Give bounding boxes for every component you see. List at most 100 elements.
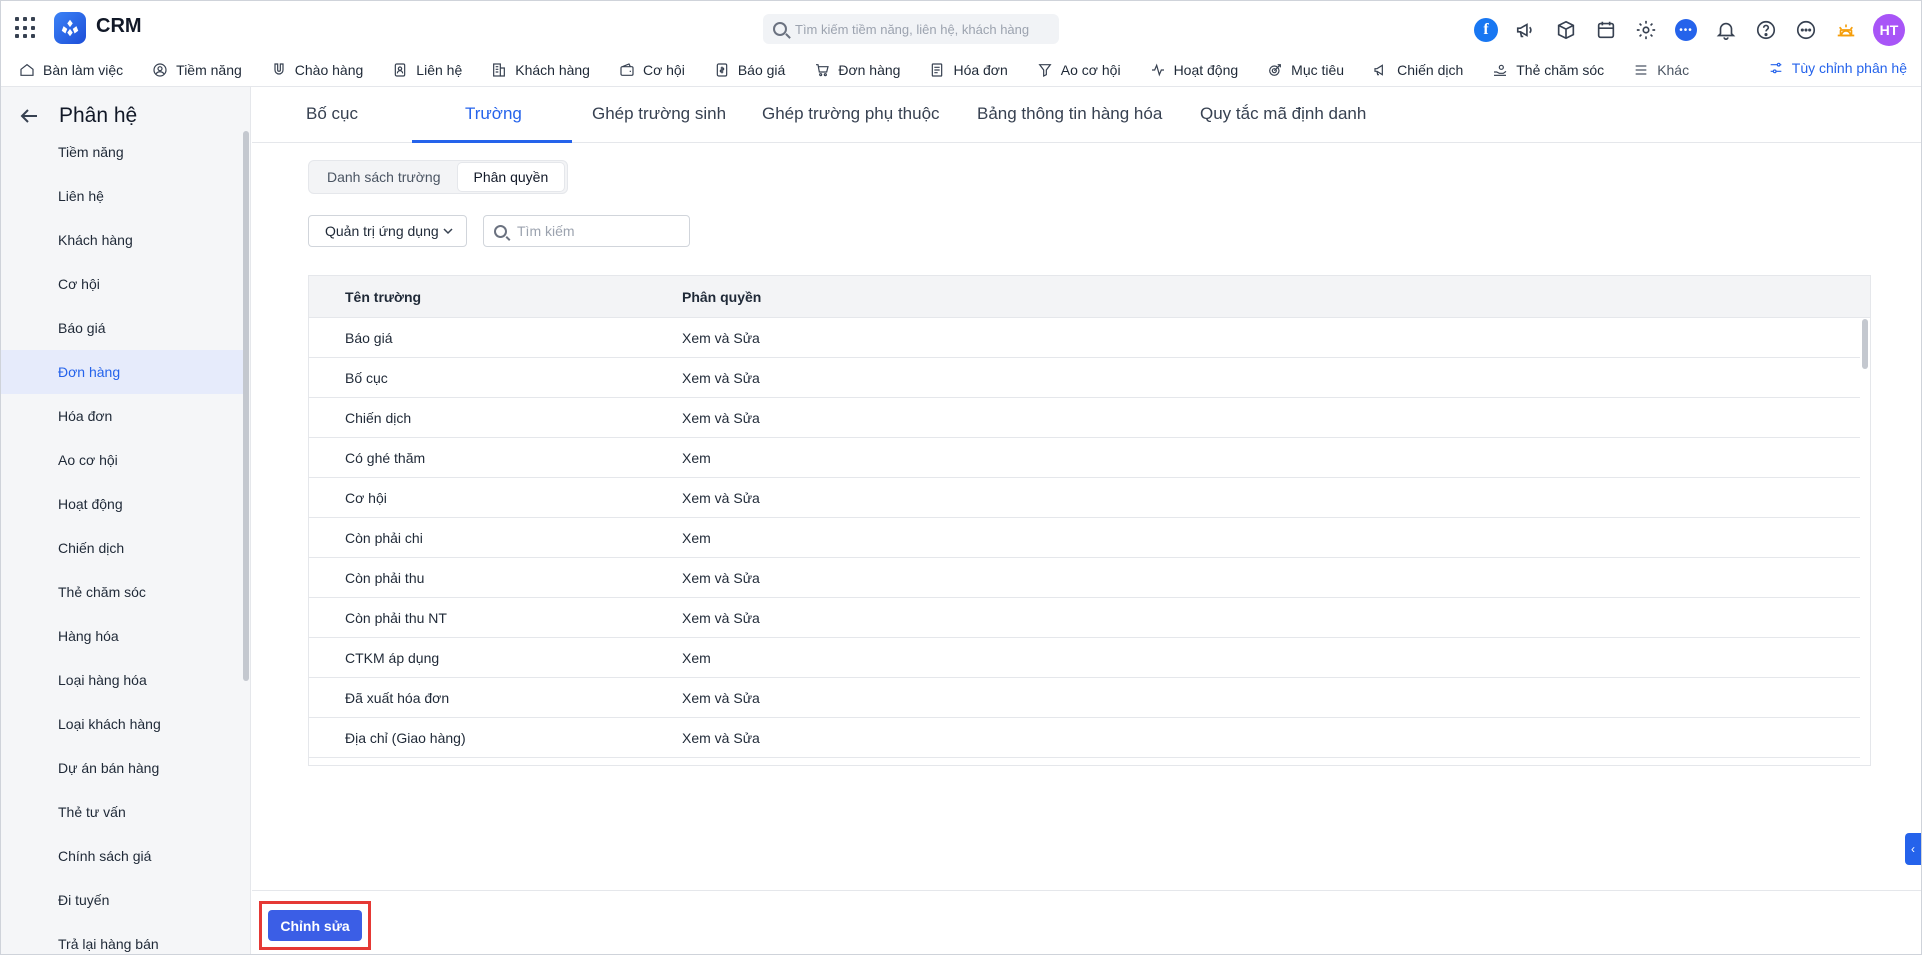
tab-truong[interactable]: Trường [465, 104, 522, 124]
target-icon [1269, 63, 1282, 76]
wallet-icon [620, 62, 634, 76]
collapse-panel-tab[interactable]: ‹ [1905, 833, 1921, 865]
chat-icon[interactable]: ••• [1673, 17, 1699, 43]
table-row[interactable]: Còn phải thu NT Xem và Sửa [309, 598, 1860, 638]
nav-label: Báo giá [737, 61, 786, 78]
global-search-input[interactable]: Tìm kiếm tiềm năng, liên hệ, khách hàng [763, 14, 1059, 44]
table-row[interactable]: Bố cục Xem và Sửa [309, 358, 1860, 398]
table-row[interactable]: Còn phải chi Xem [309, 518, 1860, 558]
sidebar-item[interactable]: Dự án bán hàng [1, 746, 243, 790]
subtab-phan-quyen[interactable]: Phân quyền [456, 162, 566, 192]
nav-item-chien-dich[interactable]: Chiến dịch [1373, 62, 1463, 78]
sidebar-item[interactable]: Khách hàng [1, 218, 243, 262]
role-select[interactable]: Quản trị ứng dụng [308, 215, 467, 247]
table-row[interactable]: Còn phải thu Xem và Sửa [309, 558, 1860, 598]
table-row[interactable]: Cơ hội Xem và Sửa [309, 478, 1860, 518]
bell-icon[interactable] [1713, 17, 1739, 43]
table-scrollbar-thumb[interactable] [1862, 319, 1868, 369]
nav-item-co-hoi[interactable]: Cơ hội [619, 62, 685, 78]
table-scrollbar[interactable] [1862, 318, 1868, 765]
sidebar-item[interactable]: Liên hệ [1, 174, 243, 218]
calendar-icon[interactable] [1593, 17, 1619, 43]
nav-label: Hoạt động [1173, 61, 1239, 78]
cell-permission: Xem và Sửa [682, 729, 760, 746]
sidebar-item[interactable]: Trả lại hàng bán [1, 922, 243, 954]
top-icons: f ••• HT [1473, 14, 1905, 46]
cell-field-name: Còn phải thu [345, 569, 425, 586]
permission-table: Tên trường Phân quyền Báo giá Xem và Sửa … [308, 275, 1871, 766]
sidebar-item[interactable]: Loại khách hàng [1, 702, 243, 746]
sidebar-item[interactable]: Hoạt động [1, 482, 243, 526]
sidebar-item-active[interactable]: Đơn hàng [1, 350, 243, 394]
cell-permission: Xem và Sửa [682, 609, 760, 626]
sidebar-item[interactable]: Cơ hội [1, 262, 243, 306]
megaphone-icon[interactable] [1513, 17, 1539, 43]
sidebar-item[interactable]: Tiềm năng [1, 130, 243, 174]
crm-logo-icon[interactable] [54, 12, 86, 44]
sidebar-item[interactable]: Đi tuyến [1, 878, 243, 922]
nav-item-khach-hang[interactable]: Khách hàng [491, 62, 590, 78]
sidebar-item[interactable]: Ao cơ hội [1, 438, 243, 482]
apps-grid-icon[interactable] [15, 17, 37, 39]
table-row[interactable]: Có ghé thăm Xem [309, 438, 1860, 478]
sidebar-item[interactable]: Báo giá [1, 306, 243, 350]
back-arrow-icon[interactable] [17, 104, 41, 128]
customize-module-button[interactable]: Tùy chỉnh phân hệ [1768, 60, 1907, 76]
tab-ghep-truong-phu-thuoc[interactable]: Ghép trường phụ thuộc [762, 104, 940, 124]
nav-item-hoa-don[interactable]: Hóa đơn [929, 61, 1008, 78]
customize-label: Tùy chỉnh phân hệ [1791, 60, 1907, 76]
cell-field-name: Đã xuất hóa đơn [345, 689, 450, 706]
nav-item-ao-co-hoi[interactable]: Ao cơ hội [1037, 62, 1121, 78]
table-row[interactable]: Báo giá Xem và Sửa [309, 318, 1860, 358]
sidebar-scrollbar[interactable] [243, 131, 249, 681]
nav-item-hoat-dong[interactable]: Hoạt động [1150, 61, 1239, 78]
nav-label: Hóa đơn [953, 61, 1008, 78]
user-avatar[interactable]: HT [1873, 14, 1905, 46]
sidebar-item[interactable]: Thẻ chăm sóc [1, 570, 243, 614]
subtab-danh-sach-truong[interactable]: Danh sách trường [311, 162, 457, 192]
facebook-icon[interactable]: f [1473, 17, 1499, 43]
tab-bang-thong-tin-hang-hoa[interactable]: Bảng thông tin hàng hóa [977, 104, 1162, 124]
cell-permission: Xem [682, 649, 711, 666]
sidebar-item[interactable]: Chính sách giá [1, 834, 243, 878]
more-icon[interactable] [1793, 17, 1819, 43]
sidebar-item[interactable]: Hóa đơn [1, 394, 243, 438]
sidebar-item[interactable]: Chiến dịch [1, 526, 243, 570]
nav-item-more[interactable]: Khác [1633, 62, 1689, 78]
table-row[interactable]: Đã xuất hóa đơn Xem và Sửa [309, 678, 1860, 718]
tab-bo-cuc[interactable]: Bố cục [306, 104, 358, 124]
nav-label: Chiến dịch [1397, 61, 1464, 78]
tab-quy-tac-ma-dinh-danh[interactable]: Quy tắc mã định danh [1200, 104, 1366, 124]
sidebar-item[interactable]: Hàng hóa [1, 614, 243, 658]
contact-icon [395, 62, 406, 77]
table-row[interactable]: Địa chỉ (Giao hàng) Xem và Sửa [309, 718, 1860, 758]
sun-icon[interactable] [1833, 17, 1859, 43]
module-nav: Bàn làm việc Tiềm năng Chào hàng Liên hệ… [1, 53, 1921, 87]
nav-item-tiem-nang[interactable]: Tiềm năng [152, 62, 242, 78]
sliders-icon [1770, 62, 1782, 74]
nav-item-bao-gia[interactable]: Báo giá [714, 62, 785, 78]
nav-item-lien-he[interactable]: Liên hệ [392, 62, 462, 78]
gear-icon[interactable] [1633, 17, 1659, 43]
table-row[interactable]: CTKM áp dụng Xem [309, 638, 1860, 678]
nav-more-label: Khác [1657, 61, 1690, 78]
nav-item-don-hang[interactable]: Đơn hàng [814, 62, 900, 78]
field-search-input[interactable]: Tìm kiếm [483, 215, 690, 247]
nav-item-the-cham-soc[interactable]: Thẻ chăm sóc [1492, 62, 1604, 78]
cell-field-name: Bố cục [345, 369, 388, 386]
cell-field-name: Còn phải thu NT [345, 609, 447, 626]
box-icon[interactable] [1553, 17, 1579, 43]
table-row[interactable]: Chiến dịch Xem và Sửa [309, 398, 1860, 438]
edit-button[interactable]: Chỉnh sửa [268, 910, 362, 941]
nav-label: Mục tiêu [1291, 61, 1345, 78]
nav-item-ban-lam-viec[interactable]: Bàn làm việc [19, 62, 123, 78]
help-icon[interactable] [1753, 17, 1779, 43]
cell-permission: Xem [682, 529, 711, 546]
cell-field-name: Chiến dịch [345, 409, 412, 426]
cell-field-name: Địa chỉ (Giao hàng) [345, 729, 466, 746]
sidebar-item[interactable]: Thẻ tư vấn [1, 790, 243, 834]
tab-ghep-truong-sinh[interactable]: Ghép trường sinh [592, 104, 726, 124]
nav-item-muc-tieu[interactable]: Mục tiêu [1267, 62, 1344, 78]
nav-item-chao-hang[interactable]: Chào hàng [271, 62, 363, 78]
sidebar-item[interactable]: Loại hàng hóa [1, 658, 243, 702]
